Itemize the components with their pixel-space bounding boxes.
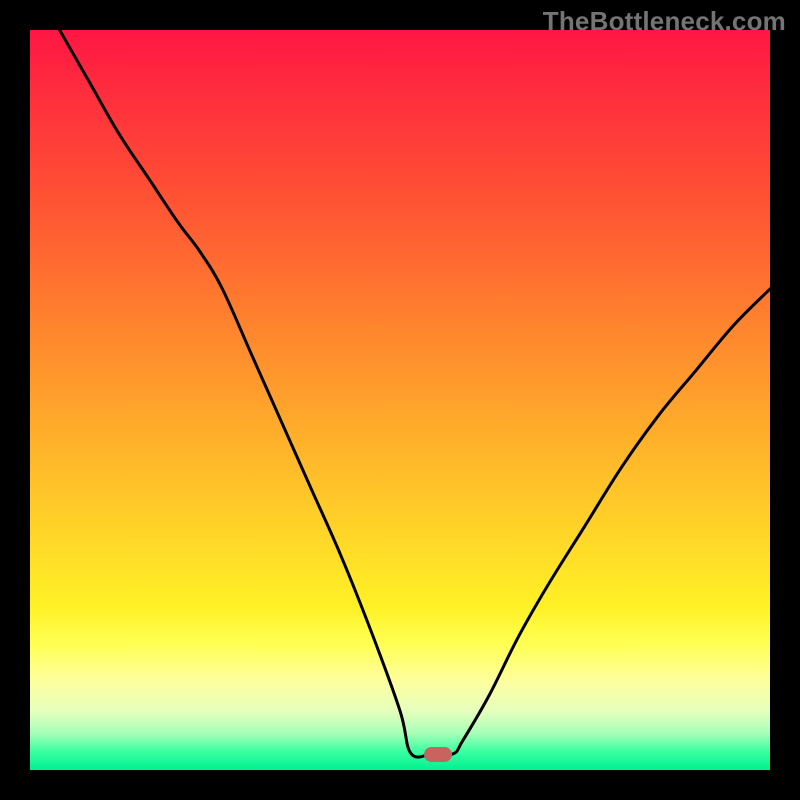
optimal-point-marker bbox=[424, 747, 452, 762]
bottleneck-curve bbox=[30, 30, 770, 770]
chart-frame: TheBottleneck.com bbox=[0, 0, 800, 800]
plot-area bbox=[30, 30, 770, 770]
